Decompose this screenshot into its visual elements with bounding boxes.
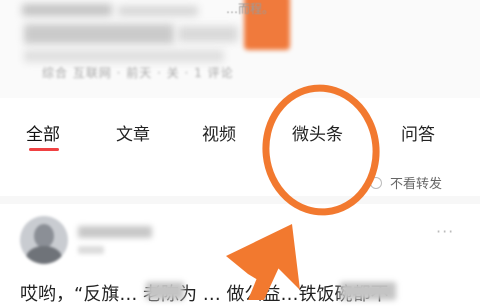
avatar-head-shape (34, 224, 54, 248)
section-divider (0, 196, 480, 204)
blurred-text (340, 282, 396, 300)
tab-all[interactable]: 全部 (26, 120, 60, 145)
hide-reposts-label: 不看转发 (390, 177, 443, 192)
post-body-text[interactable]: 哎哟，“反旗… 老陈为 … 做公益…铁饭碗都不 (20, 280, 470, 306)
blurred-text (24, 24, 174, 44)
hide-reposts-toggle[interactable]: 不看转发 (370, 173, 442, 192)
tab-videos[interactable]: 视频 (202, 120, 236, 145)
radio-circle-icon[interactable] (370, 176, 382, 189)
blurred-text (118, 6, 198, 16)
content-tab-bar: 全部 文章 视频 微头条 问答 (0, 98, 480, 162)
more-options-icon[interactable]: ··· (436, 222, 454, 241)
blurred-text (22, 4, 112, 16)
active-tab-indicator (29, 148, 59, 151)
blurred-title-fragment: …而程。 (226, 2, 275, 16)
previous-feed-item: …而程。 综合 互联网 · 前天 · 关 · 1 评论 (0, 0, 480, 98)
blurred-author-subtitle (78, 246, 104, 254)
tab-micro-headlines[interactable]: 微头条 (292, 120, 343, 145)
blurred-text (178, 26, 238, 42)
blurred-author-name[interactable] (78, 226, 152, 238)
tab-articles[interactable]: 文章 (116, 120, 150, 145)
avatar-body-shape (26, 246, 62, 264)
blurred-text (24, 50, 224, 62)
tab-qa[interactable]: 问答 (401, 120, 435, 145)
avatar[interactable] (20, 216, 68, 264)
blurred-text (146, 282, 184, 300)
blurred-meta: 综合 互联网 · 前天 · 关 · 1 评论 (42, 66, 234, 80)
